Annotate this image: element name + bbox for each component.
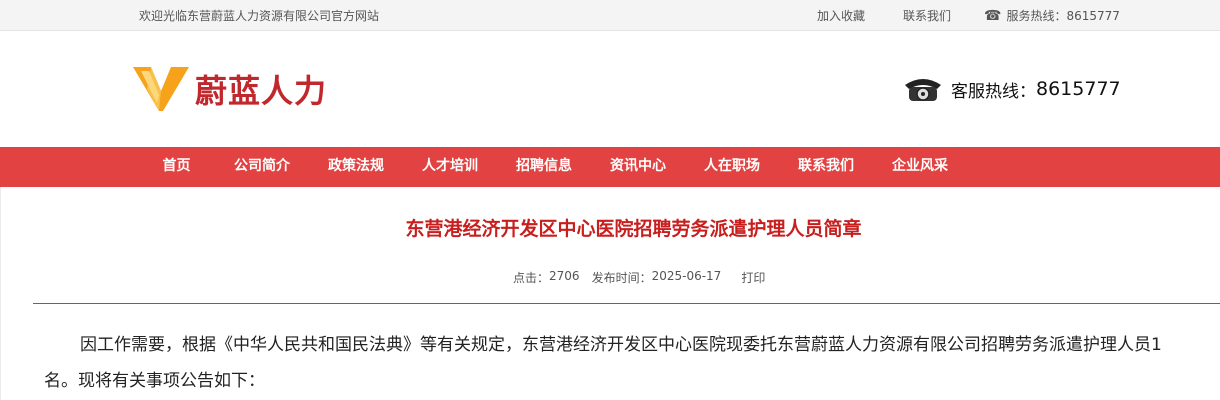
v-logo-icon [133, 67, 189, 111]
nav-news[interactable]: 资讯中心 [591, 147, 685, 187]
rotary-phone-icon [905, 79, 941, 101]
contact-us-link[interactable]: 联系我们 [903, 7, 951, 24]
brand-name: 蔚蓝人力 [195, 72, 328, 110]
article-meta: 点击： 2706 发布时间： 2025-06-17 打印 [513, 269, 765, 286]
service-hotline-label: 客服热线： [951, 81, 1036, 102]
article-title: 东营港经济开发区中心医院招聘劳务派遣护理人员简章 [405, 218, 862, 240]
service-hotline: ☎ 服务热线： 8615777 [984, 7, 1120, 24]
article-paragraph: 因工作需要，根据《中华人民共和国民法典》等有关规定，东营港经济开发区中心医院现委… [44, 327, 1220, 399]
publish-date: 2025-06-17 [651, 269, 722, 283]
print-link[interactable]: 打印 [741, 269, 765, 286]
nav-workplace[interactable]: 人在职场 [685, 147, 779, 187]
nav-training[interactable]: 人才培训 [403, 147, 497, 187]
nav-recruitment[interactable]: 招聘信息 [497, 147, 591, 187]
site-header: 蔚蓝人力 客服热线： 8615777 [0, 30, 1220, 147]
paragraph-line-2: 名。现将有关事项公告如下： [44, 371, 265, 391]
nav-home[interactable]: 首页 [138, 147, 215, 187]
clicks-label: 点击： [513, 271, 550, 285]
nav-company-intro[interactable]: 公司简介 [215, 147, 309, 187]
welcome-text: 欢迎光临东营蔚蓝人力资源有限公司官方网站 [139, 9, 380, 23]
clicks-count: 2706 [549, 269, 580, 283]
paragraph-line-1: 因工作需要，根据《中华人民共和国民法典》等有关规定，东营港经济开发区中心医院现委… [80, 335, 1162, 355]
top-bar: 欢迎光临东营蔚蓝人力资源有限公司官方网站 加入收藏 联系我们 ☎ 服务热线： 8… [0, 0, 1220, 30]
title-divider [33, 303, 1220, 304]
date-label: 发布时间： [591, 271, 652, 285]
nav-contact[interactable]: 联系我们 [779, 147, 873, 187]
article-content: 东营港经济开发区中心医院招聘劳务派遣护理人员简章 点击： 2706 发布时间： … [0, 187, 1220, 400]
nav-policy[interactable]: 政策法规 [309, 147, 403, 187]
telephone-icon: ☎ [984, 7, 1002, 24]
add-favorite-link[interactable]: 加入收藏 [817, 7, 865, 24]
hotline-number: 8615777 [1066, 8, 1120, 23]
main-nav: 首页 公司简介 政策法规 人才培训 招聘信息 资讯中心 人在职场 联系我们 企业… [0, 147, 1220, 187]
service-hotline-number: 8615777 [1036, 78, 1121, 100]
site-logo[interactable]: 蔚蓝人力 [133, 65, 327, 113]
hotline-label: 服务热线： [1006, 9, 1067, 23]
customer-service-hotline: 客服热线： 8615777 [903, 75, 1121, 103]
nav-company-style[interactable]: 企业风采 [873, 147, 967, 187]
